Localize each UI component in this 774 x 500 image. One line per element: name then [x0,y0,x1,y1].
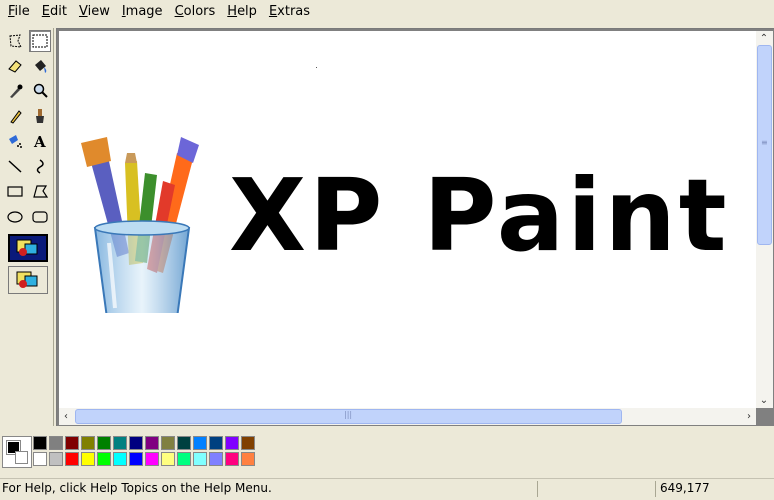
free-form-select-tool[interactable] [4,30,26,52]
vertical-scrollbar[interactable]: ⌃ ≡ ⌄ [756,31,773,408]
palette-swatch[interactable] [65,452,79,466]
scroll-up-icon[interactable]: ⌃ [757,31,771,46]
cursor-coordinates: 649,177 [660,481,710,495]
palette-swatch[interactable] [193,436,207,450]
tool-option-1[interactable] [8,234,48,262]
palette-swatch[interactable] [145,452,159,466]
palette-swatch[interactable] [113,436,127,450]
canvas-dot [316,67,317,68]
curve-icon [36,159,44,174]
shape-fill-option-icon [16,271,38,288]
horizontal-scroll-thumb[interactable]: ||| [75,409,622,424]
rounded-rectangle-tool[interactable] [29,205,51,227]
palette-swatch[interactable] [113,452,127,466]
palette-swatch[interactable] [33,452,47,466]
tool-option-2[interactable] [8,266,48,294]
scroll-down-icon[interactable]: ⌄ [757,393,771,408]
magnifier-tool[interactable] [29,80,51,102]
brush-tool[interactable] [29,105,51,127]
magnifier-icon [33,83,48,98]
select-icon [32,34,48,48]
status-divider [655,481,656,497]
menu-help[interactable]: Help [221,1,263,23]
palette-swatch[interactable] [161,452,175,466]
svg-text:A: A [33,133,46,150]
status-help-text: For Help, click Help Topics on the Help … [2,481,272,495]
canvas-frame: XP Paint ⌃ ≡ ⌄ ‹ ||| › [56,28,774,426]
menu-file[interactable]: File [2,1,36,23]
palette-swatch[interactable] [193,452,207,466]
palette-swatch[interactable] [97,436,111,450]
palette-swatch[interactable] [177,436,191,450]
headline-text: XP Paint [229,157,730,274]
menu-bar: File Edit View Image Colors Help Extras [0,0,774,24]
palette-swatch[interactable] [161,436,175,450]
current-colors-indicator [2,436,32,468]
free-form-select-icon [9,34,22,48]
select-tool[interactable] [29,30,51,52]
horizontal-scrollbar[interactable]: ‹ ||| › [59,408,756,425]
vertical-scroll-thumb[interactable]: ≡ [757,45,772,245]
palette-swatch[interactable] [177,452,191,466]
line-tool[interactable] [4,155,26,177]
palette-swatch[interactable] [65,436,79,450]
menu-view[interactable]: View [73,1,116,23]
palette-swatch[interactable] [241,452,255,466]
palette-swatch[interactable] [49,436,63,450]
fill-bucket-icon [35,60,47,73]
rectangle-tool[interactable] [4,180,26,202]
menu-extras[interactable]: Extras [263,1,316,23]
airbrush-icon [9,135,22,148]
ellipse-tool[interactable] [4,205,26,227]
polygon-icon [33,185,49,198]
palette-swatch[interactable] [241,436,255,450]
palette-swatch[interactable] [129,436,143,450]
rounded-rectangle-icon [32,211,48,223]
menu-edit[interactable]: Edit [36,1,73,23]
status-bar: For Help, click Help Topics on the Help … [0,478,774,500]
palette-swatch[interactable] [209,452,223,466]
text-tool[interactable]: A [29,130,51,152]
pencil-tool[interactable] [4,105,26,127]
palette-swatch[interactable] [129,452,143,466]
paint-brushes-cup-logo [81,137,199,313]
palette-swatch[interactable] [33,436,47,450]
menu-image[interactable]: Image [116,1,169,23]
palette-swatch[interactable] [225,452,239,466]
polygon-tool[interactable] [29,180,51,202]
pencil-icon [10,110,22,124]
toolbox: A [0,28,54,426]
eraser-tool[interactable] [4,55,26,77]
status-divider [537,481,538,497]
color-picker-tool[interactable] [4,80,26,102]
palette-swatch[interactable] [81,436,95,450]
palette-swatch[interactable] [97,452,111,466]
rectangle-icon [7,186,23,197]
curve-tool[interactable] [29,155,51,177]
background-color-swatch [15,451,28,464]
color-palette [0,430,774,474]
color-picker-icon [10,84,23,98]
palette-swatch[interactable] [209,436,223,450]
shape-fill-option-icon [16,239,38,256]
airbrush-tool[interactable] [4,130,26,152]
brush-icon [36,109,44,123]
text-icon: A [33,133,46,150]
palette-swatch[interactable] [145,436,159,450]
scroll-left-icon[interactable]: ‹ [59,409,73,424]
menu-colors[interactable]: Colors [169,1,222,23]
scroll-right-icon[interactable]: › [742,409,756,424]
ellipse-icon [7,211,23,223]
palette-swatch[interactable] [225,436,239,450]
line-icon [8,160,22,173]
palette-swatch[interactable] [81,452,95,466]
fill-bucket-tool[interactable] [29,55,51,77]
eraser-icon [8,60,22,73]
drawing-canvas[interactable]: XP Paint [59,31,756,408]
palette-swatch[interactable] [49,452,63,466]
